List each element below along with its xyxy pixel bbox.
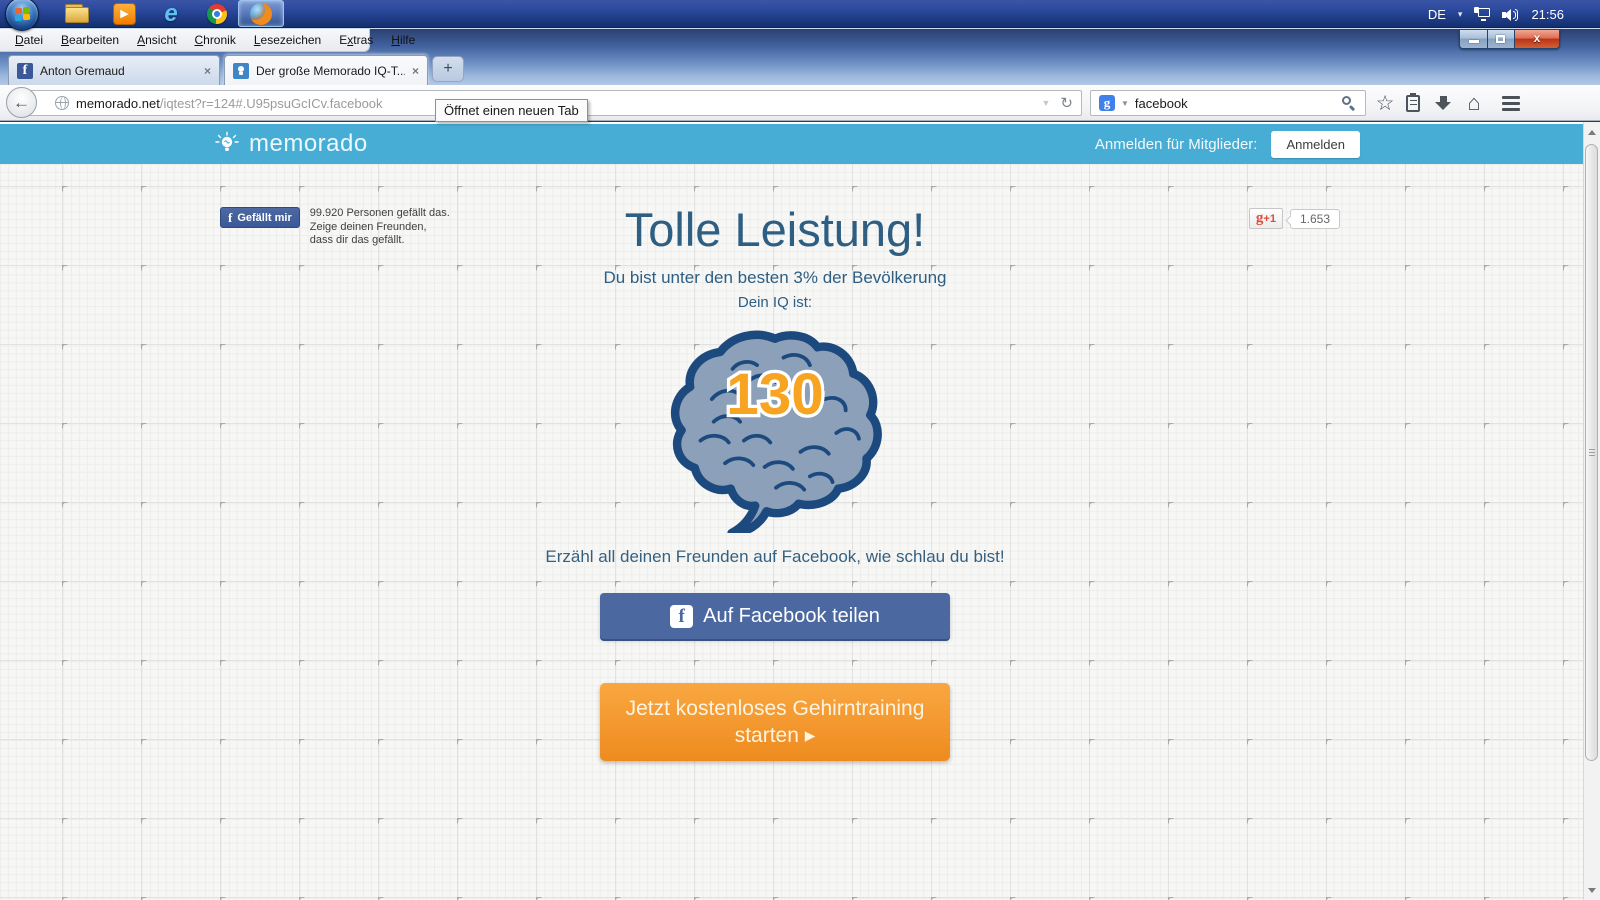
windows-taskbar: ▶ e DE ▾ 21:56 xyxy=(0,0,1600,28)
system-tray: DE ▾ 21:56 xyxy=(1428,0,1564,28)
browser-viewport: memorado Anmelden für Mitglieder: Anmeld… xyxy=(0,122,1583,900)
google-g-icon: g xyxy=(1256,210,1264,227)
gplus-count-badge: 1.653 xyxy=(1290,209,1340,229)
memorado-logo[interactable]: memorado xyxy=(214,124,368,164)
tab-close-icon[interactable]: × xyxy=(412,64,419,78)
tab-memorado[interactable]: Der große Memorado IQ-T... × xyxy=(224,55,428,85)
brain-illustration: 130 xyxy=(400,318,1150,533)
iq-value: 130 xyxy=(726,362,824,427)
firefox-icon xyxy=(249,2,275,26)
facebook-f-icon: f xyxy=(228,210,232,226)
menu-bar: Datei Bearbeiten Ansicht Chronik Lesezei… xyxy=(0,29,370,52)
new-tab-tooltip: Öffnet einen neuen Tab xyxy=(435,99,588,122)
search-bar[interactable]: g ▼ xyxy=(1090,90,1366,116)
chrome-icon[interactable] xyxy=(205,2,231,26)
menu-hilfe[interactable]: Hilfe xyxy=(382,29,424,51)
login-button[interactable]: Anmelden xyxy=(1271,131,1360,158)
restore-button[interactable] xyxy=(1488,30,1515,49)
screen: ▶ e DE ▾ 21:56 Datei Bearbeiten Ansicht … xyxy=(0,0,1600,900)
tab-bar: f Anton Gremaud × Der große Memorado IQ-… xyxy=(0,54,1600,85)
iq-label: Dein IQ ist: xyxy=(400,294,1150,312)
facebook-like-button[interactable]: f Gefällt mir xyxy=(220,207,300,228)
scroll-down-arrow-icon[interactable] xyxy=(1584,882,1600,898)
lightbulb-icon xyxy=(214,131,240,157)
window-controls: x xyxy=(1459,30,1560,49)
language-indicator[interactable]: DE xyxy=(1428,7,1446,22)
home-icon[interactable]: ⌂ xyxy=(1460,85,1488,121)
site-identity-globe-icon[interactable] xyxy=(55,96,69,110)
memorado-header: memorado Anmelden für Mitglieder: Anmeld… xyxy=(0,124,1583,164)
google-plus-widget: g +1 1.653 xyxy=(1249,208,1340,229)
url-dropdown-icon[interactable]: ▼ xyxy=(1042,98,1051,108)
url-path: /iqtest?r=124#.U95psuGcICv.facebook xyxy=(160,96,383,111)
search-input[interactable] xyxy=(1135,96,1335,111)
start-training-button[interactable]: Jetzt kostenloses Gehirntraining starten… xyxy=(600,683,950,761)
tab-title: Der große Memorado IQ-T... xyxy=(256,64,405,78)
brain-icon: 130 xyxy=(650,318,900,533)
back-arrow-icon: ← xyxy=(13,93,30,112)
tab-title: Anton Gremaud xyxy=(40,64,197,78)
navigation-toolbar: ← memorado.net/iqtest?r=124#.U95psuGcICv… xyxy=(0,85,1600,121)
network-icon[interactable] xyxy=(1474,7,1490,21)
search-magnifier-icon[interactable] xyxy=(1341,95,1357,111)
internet-explorer-icon[interactable]: e xyxy=(158,2,184,26)
new-tab-button[interactable]: + xyxy=(432,56,464,82)
menu-ansicht[interactable]: Ansicht xyxy=(128,29,185,51)
clock[interactable]: 21:56 xyxy=(1531,7,1564,22)
gplus-one-button[interactable]: g +1 xyxy=(1249,208,1283,229)
share-prompt: Erzähl all deinen Freunden auf Facebook,… xyxy=(400,547,1150,567)
result-title: Tolle Leistung! xyxy=(400,204,1150,256)
result-subtitle: Du bist unter den besten 3% der Bevölker… xyxy=(400,268,1150,288)
brand-name: memorado xyxy=(249,130,368,158)
scrollbar-thumb[interactable] xyxy=(1585,144,1598,761)
menu-chronik[interactable]: Chronik xyxy=(185,29,244,51)
start-button[interactable] xyxy=(5,0,39,31)
tab-close-icon[interactable]: × xyxy=(204,64,211,78)
windows-flag-icon xyxy=(15,8,31,21)
firefox-window: Datei Bearbeiten Ansicht Chronik Lesezei… xyxy=(0,28,1600,900)
bookmarks-menu-icon[interactable] xyxy=(1400,85,1426,121)
scroll-up-arrow-icon[interactable] xyxy=(1584,124,1600,140)
bookmark-star-icon[interactable]: ☆ xyxy=(1372,85,1398,121)
volume-icon[interactable] xyxy=(1502,7,1519,22)
result-column: Tolle Leistung! Du bist unter den besten… xyxy=(400,164,1150,761)
tab-facebook[interactable]: f Anton Gremaud × xyxy=(8,55,220,85)
media-player-icon[interactable]: ▶ xyxy=(112,2,138,26)
titlebar: Datei Bearbeiten Ansicht Chronik Lesezei… xyxy=(0,28,1600,85)
search-engine-dropdown-icon[interactable]: ▼ xyxy=(1121,99,1129,108)
back-button[interactable]: ← xyxy=(6,87,37,118)
language-caret-icon[interactable]: ▾ xyxy=(1458,9,1463,20)
firefox-taskbar-button[interactable] xyxy=(238,0,284,27)
menu-extras[interactable]: Extras xyxy=(330,29,382,51)
menu-bearbeiten[interactable]: Bearbeiten xyxy=(52,29,128,51)
menu-lesezeichen[interactable]: Lesezeichen xyxy=(245,29,330,51)
menu-datei[interactable]: Datei xyxy=(6,29,52,51)
facebook-share-button[interactable]: f Auf Facebook teilen xyxy=(600,593,950,639)
facebook-favicon-icon: f xyxy=(17,63,33,79)
google-search-engine-icon[interactable]: g xyxy=(1099,95,1115,111)
downloads-icon[interactable] xyxy=(1430,85,1456,121)
login-label: Anmelden für Mitglieder: xyxy=(1095,136,1258,153)
vertical-scrollbar[interactable] xyxy=(1583,122,1600,900)
page-body: f Gefällt mir 99.920 Personen gefällt da… xyxy=(0,164,1583,900)
close-button[interactable]: x xyxy=(1515,30,1560,49)
hamburger-menu-icon[interactable] xyxy=(1496,85,1526,121)
reload-icon[interactable]: ↻ xyxy=(1060,94,1073,112)
memorado-favicon-icon xyxy=(233,63,249,79)
facebook-f-icon: f xyxy=(670,605,693,628)
minimize-button[interactable] xyxy=(1459,30,1488,49)
plus-icon: + xyxy=(433,57,463,81)
explorer-icon[interactable] xyxy=(64,2,90,26)
url-domain: memorado.net xyxy=(76,96,160,111)
